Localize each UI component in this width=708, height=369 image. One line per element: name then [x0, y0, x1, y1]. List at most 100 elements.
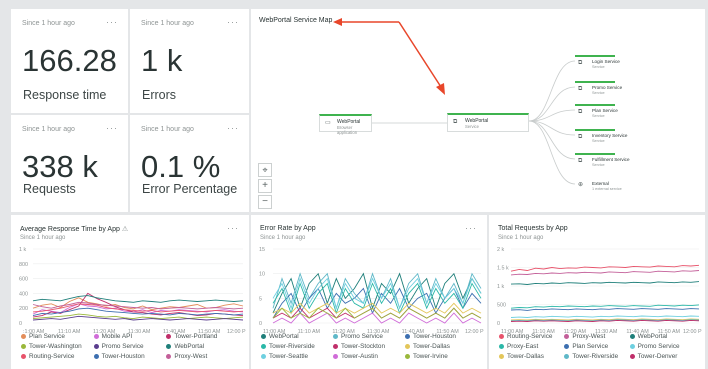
legend-label: Tower-Dallas: [413, 343, 450, 350]
legend-swatch: [166, 333, 172, 339]
node-promo-service[interactable]: ⧉ Promo Service Service: [575, 81, 635, 99]
node-name: Promo Service: [592, 85, 623, 90]
legend-item[interactable]: Promo Service: [629, 343, 680, 350]
service-icon: ⧉: [578, 60, 583, 66]
zoom-out-button[interactable]: −: [258, 195, 272, 209]
warning-icon: ⚠: [121, 226, 129, 233]
legend-label: Tower-Austin: [341, 353, 378, 360]
globe-icon: ⊕: [578, 182, 584, 188]
legend-label: Tower-Denver: [637, 353, 678, 360]
node-webportal-browser[interactable]: ▭ WebPortal Browser application: [319, 114, 372, 135]
chart-card-error-rate[interactable]: Error Rate by App Since 1 hour ago ··· 1…: [251, 215, 487, 369]
connection-line: [528, 120, 576, 160]
legend-label: Tower-Portland: [174, 333, 218, 340]
legend-label: Tower-Irvine: [413, 353, 448, 360]
legend-item[interactable]: Tower-Seattle: [261, 353, 308, 360]
chart-card-total-requests[interactable]: Total Requests by App Since 1 hour ago 2…: [489, 215, 705, 369]
more-options-icon[interactable]: ···: [227, 123, 239, 133]
legend-label: Promo Service: [637, 343, 680, 350]
legend-item[interactable]: Promo Service: [333, 333, 383, 340]
legend-item[interactable]: Plan Service: [564, 343, 608, 350]
legend-item[interactable]: Routing-Service: [21, 353, 74, 360]
kpi-label: Errors: [142, 88, 177, 102]
node-login-service[interactable]: ⧉ Login Service Service: [575, 55, 635, 73]
legend-item[interactable]: Proxy-West: [564, 333, 605, 340]
kpi-card-errors[interactable]: Since 1 hour ago ··· 1 k Errors: [130, 9, 249, 113]
legend-swatch: [499, 333, 504, 339]
kpi-card-error-percentage[interactable]: Since 1 hour ago ··· 0.1 % Error Percent…: [130, 115, 249, 212]
health-bar: [575, 129, 615, 131]
legend-item[interactable]: Tower-Denver: [629, 353, 678, 360]
health-bar: [575, 104, 615, 106]
legend-swatch: [261, 343, 266, 349]
legend-item[interactable]: Proxy-West: [166, 353, 207, 360]
legend-item[interactable]: Tower-Houston: [93, 353, 145, 360]
browser-icon: ▭: [325, 120, 331, 126]
legend-item[interactable]: Routing-Service: [499, 333, 552, 340]
legend-label: Routing-Service: [507, 333, 553, 340]
legend-swatch: [261, 353, 266, 359]
more-options-icon[interactable]: ···: [465, 223, 477, 233]
legend-item[interactable]: Tower-Riverside: [564, 353, 618, 360]
node-name: External: [592, 181, 609, 186]
legend-swatch: [93, 343, 99, 349]
legend-label: Mobile API: [101, 333, 133, 340]
y-tick-label: 0: [497, 321, 500, 327]
legend-label: Promo Service: [341, 333, 383, 340]
legend-item[interactable]: Proxy-East: [499, 343, 538, 350]
service-map-card[interactable]: WebPortal Service Map ▭ WebPortal Browse…: [251, 9, 705, 212]
legend-swatch: [166, 343, 172, 349]
chart-since: Since 1 hour ago: [260, 235, 306, 241]
more-options-icon[interactable]: ···: [106, 123, 118, 133]
legend-item[interactable]: Promo Service: [93, 343, 144, 350]
y-tick-label: 1 k: [497, 284, 504, 290]
node-inventory-service[interactable]: ⧉ Inventory Service Service: [575, 129, 645, 147]
node-external[interactable]: ⊕ External 1 external service: [575, 177, 647, 195]
node-type: Service: [465, 124, 479, 129]
chart-title: Error Rate by App: [260, 225, 316, 232]
node-name: Login Service: [592, 59, 620, 64]
legend-label: Tower-Washington: [29, 343, 82, 350]
legend-item[interactable]: Mobile API: [93, 333, 133, 340]
service-icon: ⧉: [578, 109, 583, 115]
y-tick-label: 200: [19, 306, 28, 312]
legend-item[interactable]: Tower-Washington: [21, 343, 82, 350]
legend-swatch: [564, 333, 570, 339]
connection-line: [528, 86, 576, 122]
more-options-icon[interactable]: ···: [227, 17, 239, 27]
legend-item[interactable]: WebPortal: [629, 333, 667, 340]
series-line: [272, 312, 482, 324]
series-line: [510, 281, 700, 285]
more-options-icon[interactable]: ···: [227, 223, 239, 233]
more-options-icon[interactable]: ···: [106, 17, 118, 27]
legend-item[interactable]: Tower-Riverside: [261, 343, 315, 350]
legend-swatch: [629, 343, 635, 349]
chart-card-response-time[interactable]: Average Response Time by App ⚠ Since 1 h…: [11, 215, 249, 369]
legend-item[interactable]: WebPortal: [261, 333, 299, 340]
y-tick-label: 600: [19, 277, 28, 283]
node-type: Service: [592, 91, 605, 95]
legend-item[interactable]: Tower-Dallas: [499, 353, 544, 360]
service-icon: ⧉: [578, 86, 583, 92]
node-plan-service[interactable]: ⧉ Plan Service Service: [575, 104, 635, 122]
legend-item[interactable]: Plan Service: [21, 333, 65, 340]
locate-button[interactable]: ⌖: [258, 163, 272, 177]
legend-item[interactable]: Tower-Austin: [333, 353, 378, 360]
y-tick-label: 1.5 k: [497, 266, 509, 272]
legend-item[interactable]: Tower-Portland: [166, 333, 217, 340]
legend-item[interactable]: Tower-Stockton: [333, 343, 385, 350]
kpi-card-response-time[interactable]: Since 1 hour ago ··· 166.28 Response tim…: [11, 9, 128, 113]
legend-swatch: [629, 333, 635, 339]
kpi-card-requests[interactable]: Since 1 hour ago ··· 338 k Requests: [11, 115, 128, 212]
y-tick-label: 5: [259, 296, 262, 302]
kpi-value: 0.1 %: [141, 149, 221, 184]
legend-item[interactable]: WebPortal: [166, 343, 204, 350]
node-webportal-service[interactable]: ⧉ WebPortal Service: [447, 113, 529, 132]
kpi-label: Requests: [23, 182, 76, 196]
zoom-in-button[interactable]: +: [258, 179, 272, 193]
node-fulfillment-service[interactable]: ⧉ Fulfillment Service Service: [575, 153, 647, 171]
legend-item[interactable]: Tower-Irvine: [405, 353, 448, 360]
legend-item[interactable]: Tower-Houston: [405, 333, 456, 340]
legend-label: WebPortal: [174, 343, 205, 350]
legend-item[interactable]: Tower-Dallas: [405, 343, 450, 350]
